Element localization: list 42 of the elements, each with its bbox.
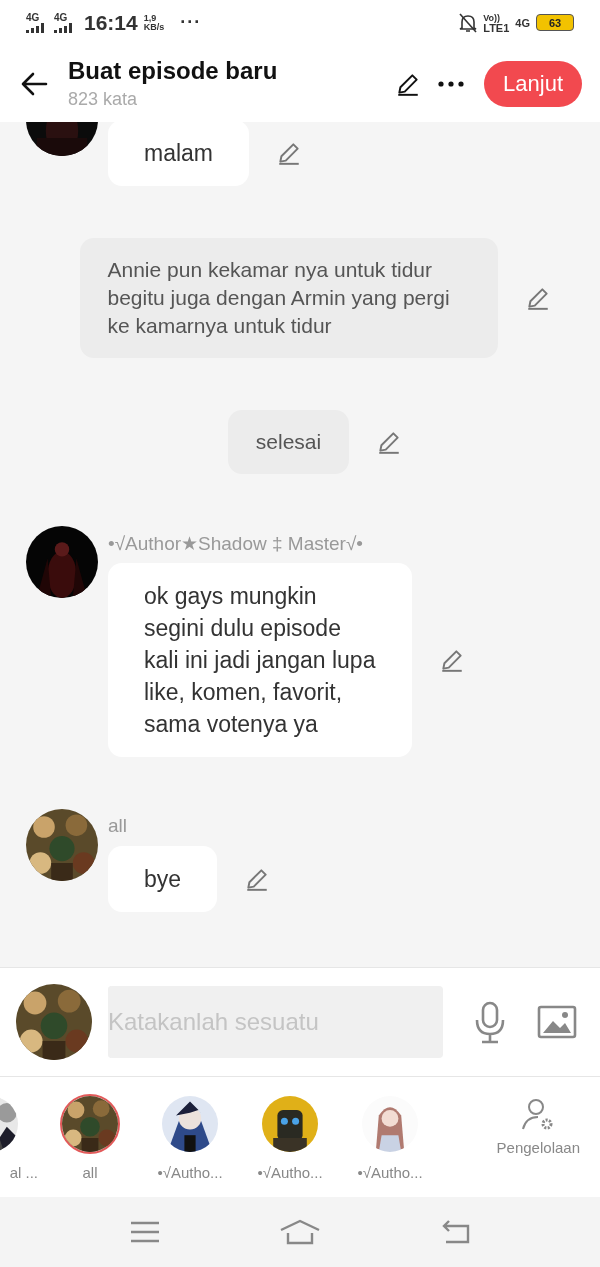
- manage-label: Pengelolaan: [496, 1138, 580, 1156]
- character-name: al ...: [9, 1163, 39, 1181]
- more-icon[interactable]: [438, 80, 465, 87]
- speaker-name: all: [108, 815, 128, 838]
- character-name: •√Autho...: [257, 1163, 323, 1181]
- speed-unit: KB/s: [143, 22, 165, 32]
- muted-bell-icon: [459, 12, 478, 33]
- character-name: •√Autho...: [157, 1163, 223, 1181]
- back-icon[interactable]: [20, 71, 48, 96]
- menu-icon[interactable]: [130, 1221, 160, 1243]
- network-label: 4G: [54, 12, 68, 23]
- message-bubble[interactable]: malam: [108, 122, 249, 186]
- message-bubble[interactable]: bye: [108, 846, 218, 912]
- home-icon[interactable]: [280, 1219, 320, 1245]
- character-item[interactable]: •√Autho...: [240, 1093, 340, 1181]
- next-button[interactable]: Lanjut: [484, 60, 582, 107]
- speaker-name: •√Author★Shadow ‡ Master√•: [108, 532, 364, 556]
- network-label: 4G: [26, 12, 40, 23]
- page-title: Buat episode baru: [68, 57, 279, 85]
- character-item[interactable]: •√Autho...: [140, 1093, 240, 1181]
- clock: 16:14: [84, 10, 138, 35]
- character-item[interactable]: al ...: [0, 1093, 40, 1181]
- narration-bubble[interactable]: selesai: [227, 410, 350, 474]
- character-item[interactable]: •√Autho...: [340, 1093, 440, 1181]
- back-nav-icon[interactable]: [440, 1220, 470, 1244]
- character-item[interactable]: all: [40, 1093, 140, 1181]
- character-name: •√Autho...: [357, 1163, 423, 1181]
- image-icon[interactable]: [537, 1005, 577, 1039]
- message-bubble[interactable]: ok gays mungkin segini dulu episode kali ini jadi jangan lupa like, komen, favorit, sama votenya ya: [108, 563, 412, 757]
- character-name: all: [82, 1163, 98, 1181]
- signal-icon: [54, 22, 74, 33]
- battery-level: 63: [548, 16, 562, 29]
- narration-bubble[interactable]: Annie pun kekamar nya untuk tidur begitu juga dengan Armin yang pergi ke kamarnya untuk tidur: [79, 238, 498, 358]
- lte-label: LTE1: [483, 22, 510, 33]
- speed-value: 1,9: [143, 13, 157, 23]
- word-count: 823 kata: [68, 89, 139, 110]
- signal-icon: [26, 22, 46, 33]
- volte-label: Vo)): [483, 12, 502, 23]
- network-label: 4G: [515, 16, 530, 29]
- manage-button[interactable]: Pengelolaan: [496, 1096, 580, 1178]
- microphone-icon[interactable]: [473, 1000, 507, 1044]
- more-indicator: ···: [180, 12, 202, 33]
